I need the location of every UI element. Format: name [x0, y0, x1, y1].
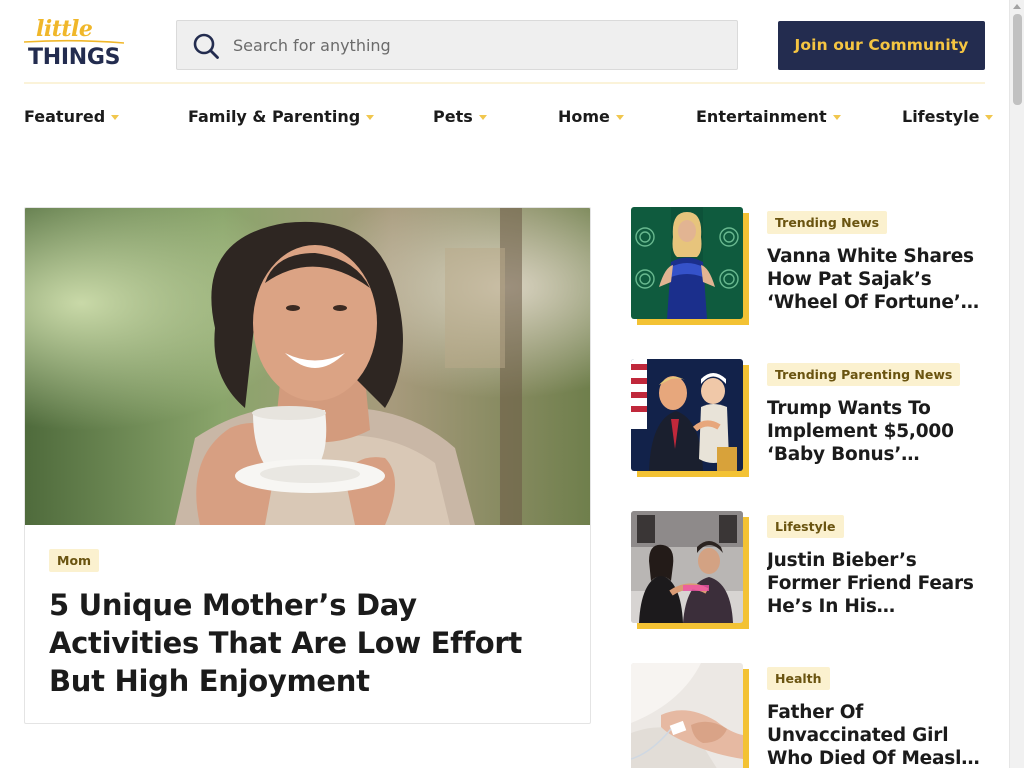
search-bar[interactable]	[176, 20, 738, 70]
side-article[interactable]: Trending News Vanna White Shares How Pat…	[631, 207, 991, 327]
search-icon[interactable]	[192, 32, 220, 60]
side-article[interactable]: Trending Parenting News Trump Wants To I…	[631, 359, 991, 479]
article-title[interactable]: Vanna White Shares How Pat Sajak’s ‘Whee…	[767, 245, 989, 314]
article-thumbnail[interactable]	[631, 207, 749, 325]
category-tag[interactable]: Health	[767, 667, 830, 690]
category-tag[interactable]: Mom	[49, 549, 100, 572]
scroll-up-icon[interactable]	[1013, 4, 1021, 9]
search-input[interactable]	[233, 21, 723, 69]
nav-label: Featured	[24, 106, 106, 126]
nav-item-featured[interactable]: Featured	[24, 105, 120, 127]
article-title[interactable]: Justin Bieber’s Former Friend Fears He’s…	[767, 549, 989, 618]
join-community-button[interactable]: Join our Community	[778, 21, 985, 70]
vanna-white-photo	[631, 207, 743, 319]
couple-courtside-photo	[631, 511, 743, 623]
side-article[interactable]: Lifestyle Justin Bieber’s Former Friend …	[631, 511, 991, 631]
article-thumbnail[interactable]	[631, 511, 749, 629]
chevron-down-icon	[478, 114, 487, 120]
article-title[interactable]: Trump Wants To Implement $5,000 ‘Baby Bo…	[767, 397, 989, 466]
article-thumbnail[interactable]	[631, 663, 749, 768]
nav-item-pets[interactable]: Pets	[433, 105, 487, 127]
category-tag[interactable]: Trending Parenting News	[767, 363, 961, 386]
woman-with-teacup-photo[interactable]	[25, 208, 590, 525]
featured-article-card[interactable]: Mom 5 Unique Mother’s Day Activities Tha…	[24, 207, 591, 724]
nav-label: Family & Parenting	[188, 106, 361, 126]
chevron-down-icon	[985, 114, 994, 120]
logo-things-text: THINGS	[28, 45, 121, 70]
nav-item-lifestyle[interactable]: Lifestyle	[902, 105, 994, 127]
article-thumbnail[interactable]	[631, 359, 749, 477]
side-article[interactable]: Health Father Of Unvaccinated Girl Who D…	[631, 663, 991, 768]
trump-with-baby-photo	[631, 359, 743, 471]
site-logo[interactable]: little THINGS	[24, 16, 124, 70]
scrollbar-thumb[interactable]	[1013, 14, 1022, 105]
nav-item-family-parenting[interactable]: Family & Parenting	[188, 105, 375, 127]
nav-item-entertainment[interactable]: Entertainment	[696, 105, 841, 127]
featured-article-title[interactable]: 5 Unique Mother’s Day Activities That Ar…	[49, 586, 569, 700]
nav-label: Pets	[433, 106, 473, 126]
chevron-down-icon	[615, 114, 624, 120]
category-tag[interactable]: Trending News	[767, 211, 888, 234]
category-tag[interactable]: Lifestyle	[767, 515, 844, 538]
chevron-down-icon	[111, 114, 120, 120]
chevron-down-icon	[366, 114, 375, 120]
nav-item-home[interactable]: Home	[558, 105, 624, 127]
nav-label: Entertainment	[696, 106, 827, 126]
nav-label: Home	[558, 106, 610, 126]
nav-label: Lifestyle	[902, 106, 980, 126]
chevron-down-icon	[832, 114, 841, 120]
hospital-hands-photo	[631, 663, 743, 768]
header-divider	[24, 82, 985, 84]
page-scrollbar[interactable]	[1009, 0, 1024, 768]
article-title[interactable]: Father Of Unvaccinated Girl Who Died Of …	[767, 701, 989, 768]
